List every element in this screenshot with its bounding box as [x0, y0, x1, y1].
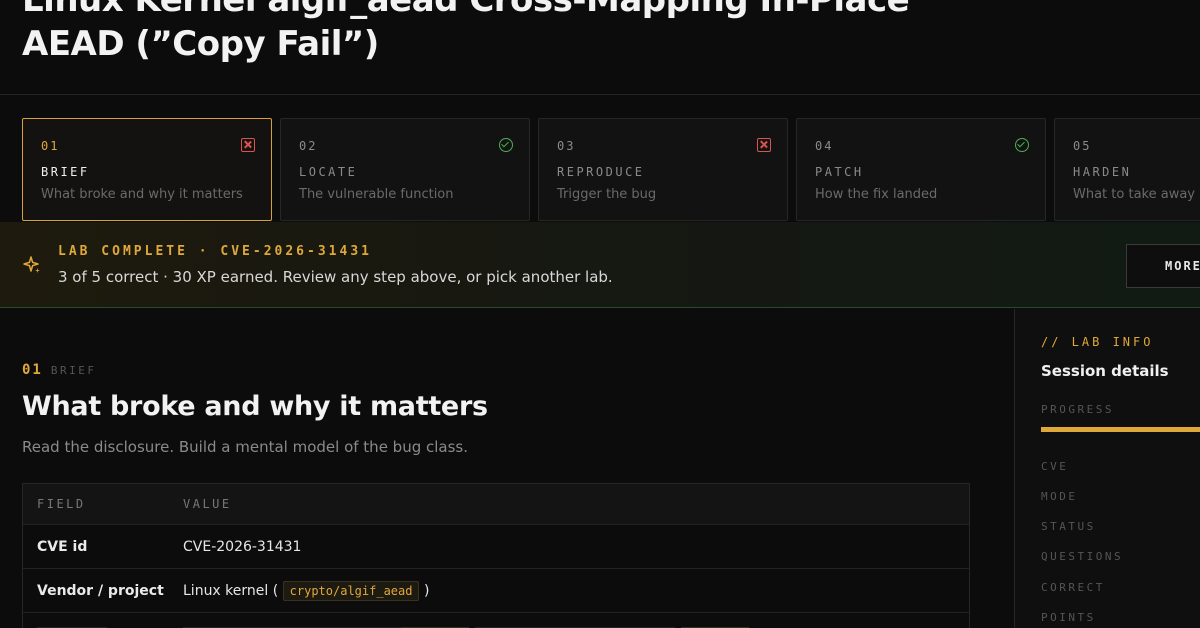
- brief-table: FIELD VALUE CVE id CVE-2026-31431 Vendor…: [22, 483, 970, 628]
- table-row: Vendor / project Linux kernel ( crypto/a…: [23, 568, 969, 612]
- step-description: The vulnerable function: [299, 187, 454, 202]
- step-tracker: 01 BRIEF What broke and why it matters 0…: [22, 118, 1200, 221]
- progress-bar-fill: [1041, 427, 1200, 432]
- page-title-line-2: AEAD (”Copy Fail”): [22, 24, 379, 64]
- step-number: 01: [41, 139, 60, 153]
- banner-text: 3 of 5 correct · 30 XP earned. Review an…: [58, 268, 613, 286]
- step-card-harden[interactable]: 05 HARDEN What to take away: [1054, 118, 1200, 221]
- sidebar-row-points: POINTS: [1041, 611, 1096, 624]
- step-name: PATCH: [815, 165, 864, 179]
- step-number: 05: [1073, 139, 1092, 153]
- section-number: 01: [22, 362, 43, 378]
- header-divider: [0, 94, 1200, 95]
- x-square-icon: [241, 138, 255, 152]
- table-cell-value: Linux kernel ( crypto/algif_aead ): [183, 581, 430, 601]
- step-number: 04: [815, 139, 834, 153]
- section-tag: BRIEF: [50, 364, 97, 377]
- table-cell-field: CVE id: [37, 539, 88, 555]
- section-eyebrow: 01 BRIEF: [22, 359, 96, 378]
- sparkle-icon: [22, 255, 42, 275]
- sidebar-title: Session details: [1041, 362, 1169, 380]
- progress-label: PROGRESS: [1041, 403, 1114, 416]
- table-row: CVE id CVE-2026-31431: [23, 524, 969, 568]
- section-subtitle: Read the disclosure. Build a mental mode…: [22, 438, 469, 456]
- sidebar-row-cve: CVE: [1041, 460, 1069, 473]
- step-number: 03: [557, 139, 576, 153]
- step-description: How the fix landed: [815, 187, 938, 202]
- sidebar-row-questions: QUESTIONS: [1041, 550, 1124, 563]
- code-chip: crypto/algif_aead: [282, 581, 420, 601]
- page-title-line-1: Linux Kernel algif_aead Cross-Mapping In…: [22, 0, 910, 20]
- page-title: Linux Kernel algif_aead Cross-Mapping In…: [22, 0, 1200, 66]
- check-circle-icon: [499, 138, 513, 152]
- sidebar-row-correct: CORRECT: [1041, 581, 1105, 594]
- table-cell-value: CVE-2026-31431: [183, 539, 302, 555]
- table-header-field: FIELD: [37, 497, 86, 511]
- table-cell-field: Vendor / project: [37, 583, 164, 599]
- table-header-row: FIELD VALUE: [23, 484, 969, 524]
- step-name: HARDEN: [1073, 165, 1132, 179]
- sidebar-row-status: STATUS: [1041, 520, 1096, 533]
- value-suffix: ): [423, 583, 430, 599]
- step-name: REPRODUCE: [557, 165, 645, 179]
- step-card-brief[interactable]: 01 BRIEF What broke and why it matters: [22, 118, 272, 221]
- section-title: What broke and why it matters: [22, 391, 488, 422]
- step-number: 02: [299, 139, 318, 153]
- sidebar-row-mode: MODE: [1041, 490, 1078, 503]
- value-prefix: Linux kernel (: [183, 583, 279, 599]
- lab-info-sidebar: // LAB INFO Session details PROGRESS CVE…: [1014, 309, 1200, 628]
- step-card-patch[interactable]: 04 PATCH How the fix landed: [796, 118, 1046, 221]
- x-square-icon: [757, 138, 771, 152]
- step-description: What to take away: [1073, 187, 1195, 202]
- main-content: 01 BRIEF What broke and why it matters Re…: [0, 309, 1014, 628]
- step-card-locate[interactable]: 02 LOCATE The vulnerable function: [280, 118, 530, 221]
- step-card-reproduce[interactable]: 03 REPRODUCE Trigger the bug: [538, 118, 788, 221]
- progress-bar: [1041, 427, 1200, 432]
- step-name: LOCATE: [299, 165, 358, 179]
- step-description: What broke and why it matters: [41, 187, 243, 202]
- table-header-value: VALUE: [183, 497, 232, 511]
- lab-complete-banner: LAB COMPLETE · CVE-2026-31431 3 of 5 cor…: [0, 222, 1200, 308]
- more-labs-button[interactable]: MORE: [1126, 244, 1200, 288]
- banner-label: LAB COMPLETE · CVE-2026-31431: [58, 244, 372, 259]
- table-row-partial: [23, 612, 969, 628]
- check-circle-icon: [1015, 138, 1029, 152]
- step-description: Trigger the bug: [557, 187, 657, 202]
- step-name: BRIEF: [41, 165, 90, 179]
- sidebar-eyebrow: // LAB INFO: [1041, 335, 1154, 349]
